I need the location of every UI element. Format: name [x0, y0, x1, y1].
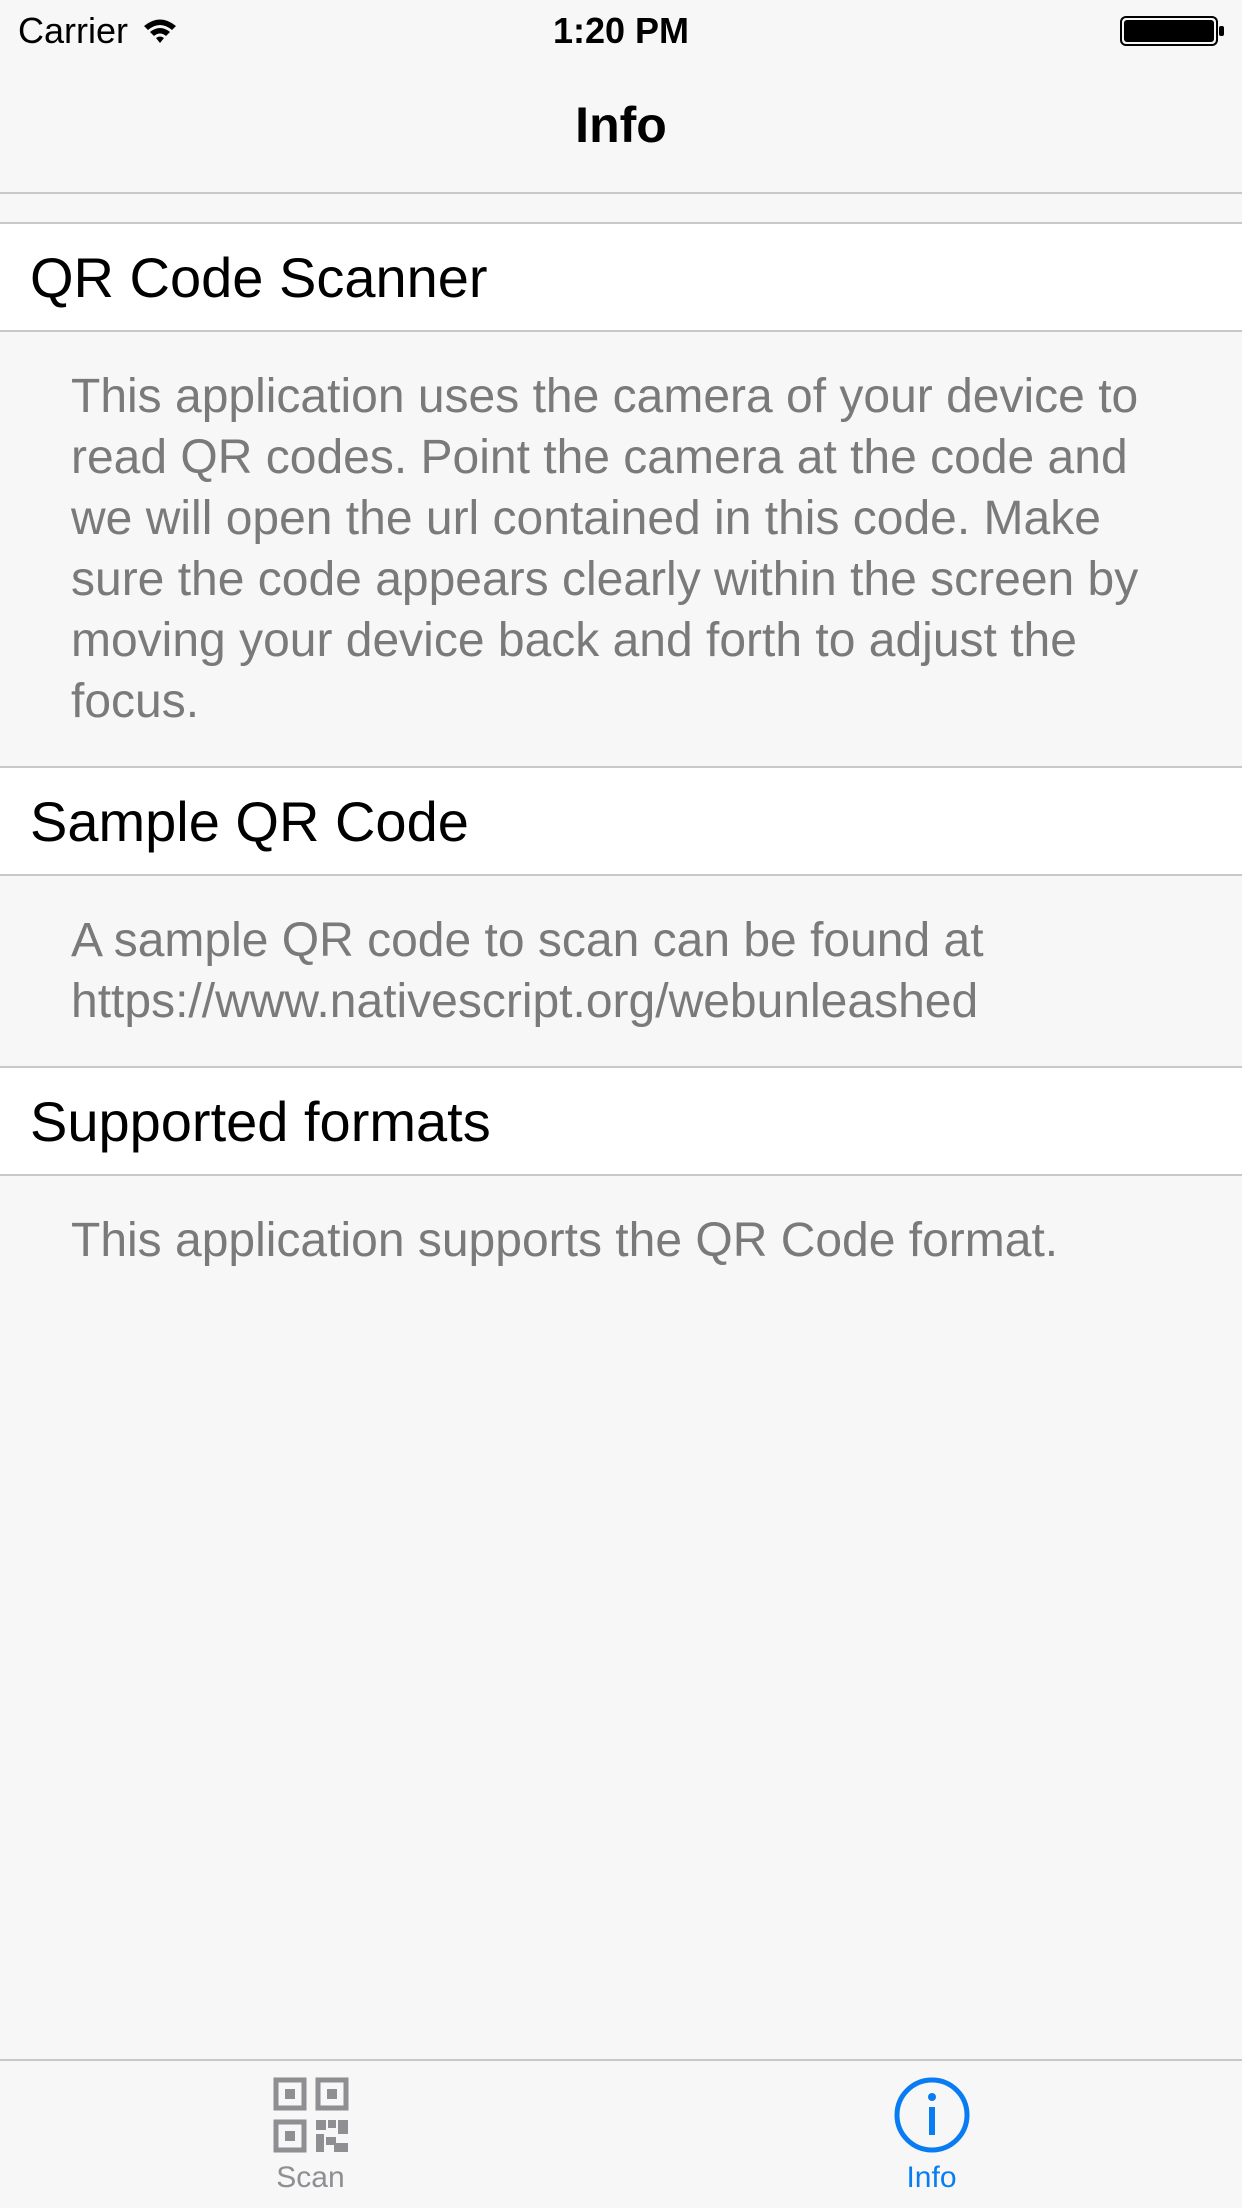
info-content: QR Code Scanner This application uses th… [0, 222, 1242, 1305]
section-body-supported-formats: This application supports the QR Code fo… [71, 1214, 1059, 1267]
status-bar: Carrier 1:20 PM [0, 0, 1242, 60]
tab-scan[interactable]: Scan [0, 2061, 621, 2208]
tab-info-label: Info [906, 2161, 957, 2194]
section-header-sample-qr-code: Sample QR Code [0, 766, 1242, 876]
section-header-qr-code-scanner: QR Code Scanner [0, 222, 1242, 332]
tab-bar: Scan Info [0, 2059, 1242, 2208]
status-time: 1:20 PM [552, 10, 690, 51]
section-header-supported-formats: Supported formats [0, 1066, 1242, 1176]
tab-info[interactable]: Info [621, 2061, 1242, 2208]
tab-scan-label: Scan [276, 2161, 345, 2194]
qr-code-icon [273, 2077, 348, 2153]
page-title: Info [575, 97, 667, 153]
screen: Info Carrier 1:20 PM QR Code Scanner Thi… [0, 0, 1242, 2208]
battery-icon [1120, 16, 1224, 46]
section-body-sample-qr-code: A sample QR code to scan can be found at… [71, 914, 984, 1028]
info-icon [894, 2077, 969, 2153]
section-body-qr-code-scanner: This application uses the camera of your… [71, 370, 1139, 728]
